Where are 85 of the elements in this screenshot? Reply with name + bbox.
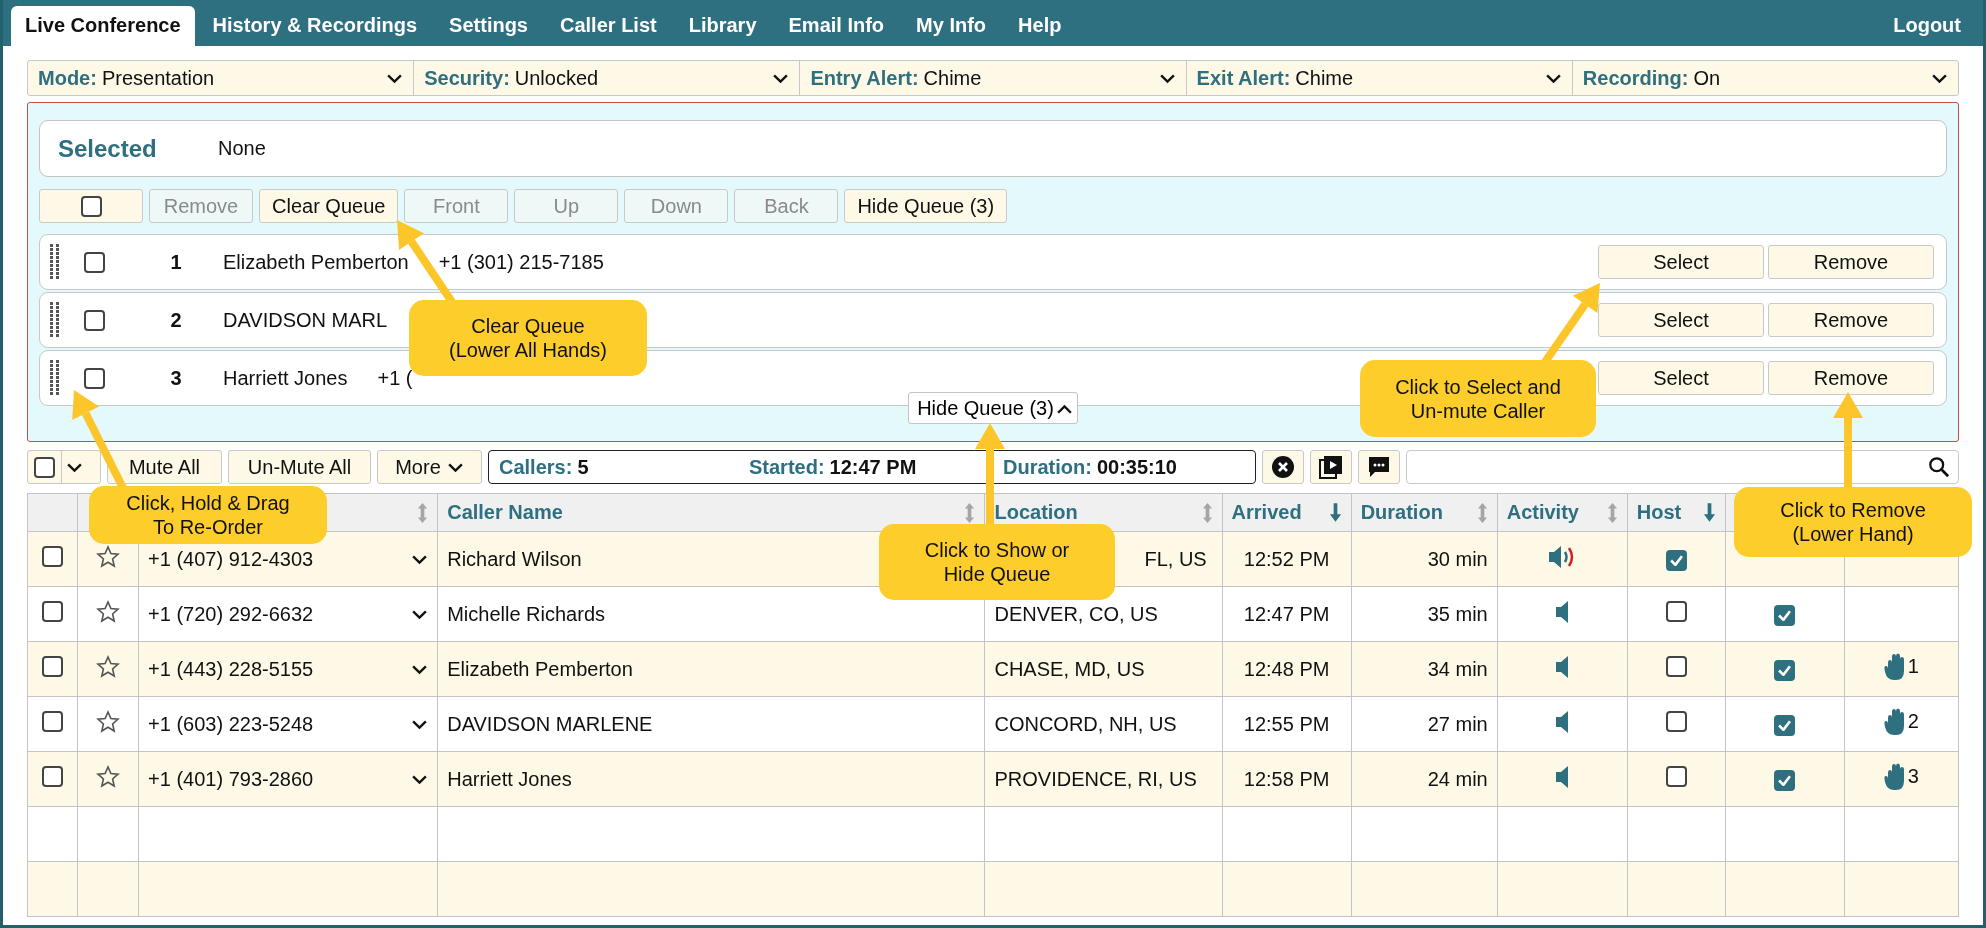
info-label: Duration: [1003, 455, 1092, 478]
hand-position: 3 [1907, 765, 1919, 788]
location: CHASE, MD, US [994, 657, 1145, 680]
queue-position: 2 [169, 308, 183, 332]
selected-label: Selected [58, 134, 158, 163]
mute-all-button[interactable]: Mute All [107, 450, 222, 484]
arrived-time: 12:47 PM [1243, 602, 1330, 625]
select-button[interactable]: Select [1598, 245, 1764, 279]
arrived-time: 12:52 PM [1243, 547, 1330, 570]
queue-caller-name: Harriett Jones [223, 366, 348, 390]
setting-dropdown[interactable]: Exit Alert: Chime [1186, 61, 1573, 95]
arrived-time: 12:48 PM [1243, 657, 1330, 680]
queue-button[interactable]: Clear Queue [259, 189, 399, 223]
caller-name: Michelle Richards [447, 602, 606, 625]
queue-position: 1 [169, 250, 183, 274]
info-label: Started: [749, 455, 825, 478]
caller-name: Elizabeth Pemberton [447, 657, 633, 680]
callout-tooltip: Click to Select and Un-mute Caller [1360, 360, 1596, 437]
call-duration: 27 min [1427, 712, 1488, 735]
setting-value: Unlocked [514, 66, 600, 90]
call-duration: 24 min [1427, 767, 1488, 790]
caller-name: Richard Wilson [447, 547, 582, 570]
remove-button[interactable]: Remove [1768, 361, 1934, 395]
location: PROVIDENCE, RI, US [994, 767, 1197, 790]
info-value: 12:47 PM [829, 455, 917, 478]
setting-value: On [1693, 66, 1722, 90]
location: CONCORD, NH, US [994, 712, 1177, 735]
location: DENVER, CO, US [994, 602, 1158, 625]
queue-caller-name: Elizabeth Pemberton [223, 250, 409, 274]
setting-label: Recording: [1582, 66, 1689, 90]
setting-dropdown[interactable]: Security: Unlocked [414, 61, 801, 95]
callout-tooltip: Click to Show or Hide Queue [879, 524, 1115, 600]
queue-item[interactable]: 1 Elizabeth Pemberton +1 (301) 215-7185 Select Remove [39, 234, 1947, 290]
phone-number: +1 (603) 223-5248 [148, 712, 314, 736]
setting-dropdown[interactable]: Recording: On [1572, 61, 1958, 95]
caller-name: Harriett Jones [447, 767, 572, 790]
location: FL, US [1144, 547, 1207, 570]
setting-value: Chime [923, 66, 983, 90]
selected-value: None [218, 137, 266, 160]
setting-label: Exit Alert: [1196, 66, 1291, 90]
setting-value: Chime [1295, 66, 1355, 90]
hide-queue-toggle[interactable]: Hide Queue (3) [908, 392, 1078, 424]
more-button[interactable]: More [377, 450, 482, 484]
setting-value: Presentation [101, 66, 216, 90]
setting-label: Security: [424, 66, 510, 90]
nav-tab[interactable]: Settings [435, 6, 542, 46]
nav-tab[interactable]: Caller List [546, 6, 671, 46]
caller-name: DAVIDSON MARLENE [447, 712, 653, 735]
column-header[interactable]: Caller Name [447, 501, 563, 524]
call-duration: 35 min [1427, 602, 1488, 625]
setting-label: Mode: [38, 66, 97, 90]
callout-tooltip: Click, Hold & Drag To Re-Order [89, 486, 327, 544]
info-value: 00:35:10 [1096, 455, 1177, 478]
phone-number: +1 (720) 292-6632 [148, 602, 314, 626]
info-value: 5 [577, 455, 589, 478]
nav-tab[interactable]: Email Info [774, 6, 899, 46]
phone-number: +1 (401) 793-2860 [148, 767, 314, 791]
remove-button[interactable]: Remove [1768, 303, 1934, 337]
queue-position: 3 [169, 366, 183, 390]
unmute-all-button[interactable]: Un-Mute All [228, 450, 371, 484]
nav-tab[interactable]: Live Conference [11, 6, 195, 46]
setting-dropdown[interactable]: Entry Alert: Chime [800, 61, 1187, 95]
nav-tab[interactable]: History & Recordings [198, 6, 432, 46]
phone-number: +1 (407) 912-4303 [148, 547, 314, 571]
callout-tooltip: Click to Remove (Lower Hand) [1734, 487, 1972, 557]
arrived-time: 12:58 PM [1243, 767, 1330, 790]
hand-position: 2 [1907, 710, 1919, 733]
queue-caller-phone: +1 (301) 215-7185 [438, 250, 604, 274]
select-button[interactable]: Select [1598, 361, 1764, 395]
call-duration: 34 min [1427, 657, 1488, 680]
nav-tab[interactable]: Help [1004, 6, 1076, 46]
info-label: Callers: [499, 455, 573, 478]
queue-button[interactable]: Hide Queue (3) [844, 189, 1008, 223]
arrived-time: 12:55 PM [1243, 712, 1330, 735]
setting-dropdown[interactable]: Mode: Presentation [28, 61, 415, 95]
call-duration: 30 min [1427, 547, 1488, 570]
logout-link[interactable]: Logout [1879, 6, 1975, 46]
queue-caller-name: DAVIDSON MARL [223, 308, 388, 332]
setting-label: Entry Alert: [810, 66, 919, 90]
phone-number: +1 (443) 228-5155 [148, 657, 314, 681]
select-button[interactable]: Select [1598, 303, 1764, 337]
remove-button[interactable]: Remove [1768, 245, 1934, 279]
hand-position: 1 [1907, 655, 1919, 678]
nav-tab[interactable]: Library [674, 6, 771, 46]
nav-tab[interactable]: My Info [902, 6, 1001, 46]
